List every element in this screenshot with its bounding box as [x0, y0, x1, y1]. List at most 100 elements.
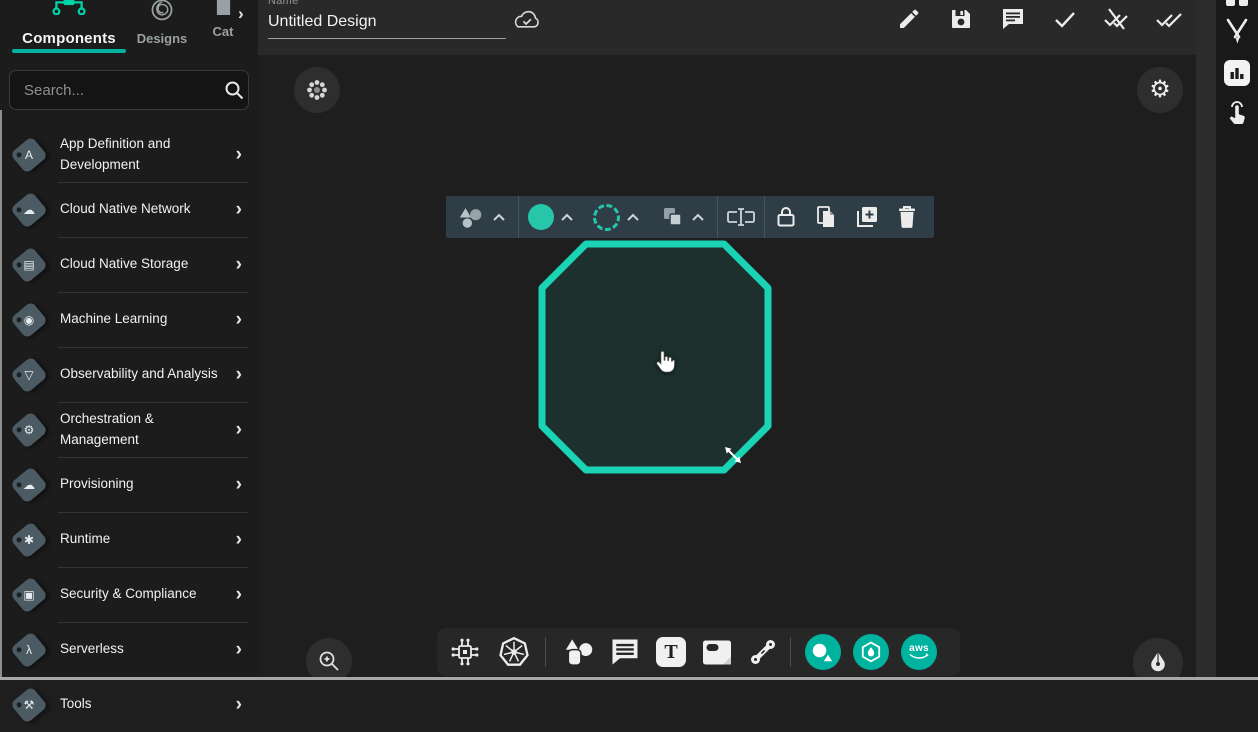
- tabs-overflow-chevron-icon[interactable]: ›: [238, 4, 244, 24]
- columns-icon[interactable]: [1226, 0, 1248, 6]
- zoom-in-icon: [317, 649, 341, 673]
- category-row[interactable]: ◉ Machine Learning ›: [0, 292, 258, 347]
- category-label: App Definition and Development: [60, 134, 232, 176]
- chevron-right-icon[interactable]: ›: [236, 255, 242, 274]
- check-icon[interactable]: [1051, 5, 1079, 33]
- chevron-right-icon[interactable]: ›: [236, 695, 242, 714]
- text-tool-icon[interactable]: T: [656, 637, 686, 667]
- category-label: Orchestration & Management: [60, 409, 232, 451]
- rename-node-button[interactable]: [718, 196, 764, 238]
- chevron-right-icon[interactable]: ›: [236, 530, 242, 549]
- category-row[interactable]: A App Definition and Development ›: [0, 127, 258, 182]
- touch-interaction-icon[interactable]: [1225, 98, 1249, 127]
- fill-color-swatch-icon: [528, 204, 554, 230]
- stroke-style-button[interactable]: [583, 196, 649, 238]
- chevron-right-icon[interactable]: ›: [236, 145, 242, 164]
- shapes-library-button[interactable]: [805, 634, 841, 670]
- chevron-right-icon[interactable]: ›: [236, 365, 242, 384]
- delete-node-button[interactable]: [887, 196, 927, 238]
- catalog-file-icon: [205, 0, 241, 15]
- comment-tool-icon[interactable]: [610, 637, 640, 667]
- category-label: Runtime: [60, 529, 110, 550]
- canvas-settings-button[interactable]: ⚙: [1137, 67, 1183, 113]
- chevron-right-icon[interactable]: ›: [236, 585, 242, 604]
- shape-picker-button[interactable]: [446, 196, 518, 238]
- category-tag-icon: ▣: [8, 574, 50, 616]
- category-tag-icon: λ: [8, 629, 50, 671]
- save-icon[interactable]: [947, 5, 975, 33]
- edge-tool-icon[interactable]: [748, 637, 778, 667]
- trash-icon: [897, 205, 917, 229]
- tab-catalog[interactable]: Cat: [205, 0, 241, 39]
- text-tool-letter: T: [664, 641, 677, 664]
- sidebar-tabbar: Components Designs Cat ›: [0, 0, 258, 58]
- resize-handle[interactable]: [722, 444, 744, 466]
- chevron-right-icon[interactable]: ›: [236, 420, 242, 439]
- kubernetes-icon[interactable]: [497, 635, 531, 669]
- chevron-up-icon: [691, 213, 705, 222]
- layers-icon: [661, 205, 685, 229]
- validate-icon[interactable]: [1224, 18, 1250, 45]
- chevron-up-icon: [560, 213, 574, 222]
- search-input[interactable]: [10, 82, 223, 99]
- tab-designs[interactable]: Designs: [132, 0, 192, 46]
- tab-components[interactable]: Components: [8, 0, 130, 47]
- category-tag-icon: ✱: [8, 519, 50, 561]
- category-row[interactable]: ▤ Cloud Native Storage ›: [0, 237, 258, 292]
- edit-icon[interactable]: [895, 5, 923, 33]
- active-tab-underline: [12, 49, 126, 53]
- category-row[interactable]: ▽ Observability and Analysis ›: [0, 347, 258, 402]
- comment-icon[interactable]: [999, 5, 1027, 33]
- hand-cursor: [654, 348, 676, 374]
- components-sidebar: Components Designs Cat ›: [0, 0, 258, 680]
- category-tag-icon: ☁: [8, 464, 50, 506]
- shapes-tool-icon[interactable]: [560, 637, 596, 668]
- category-row[interactable]: ⚒ Tools ›: [0, 677, 258, 732]
- window-edge: [0, 110, 2, 680]
- node-context-toolbar: [446, 196, 934, 238]
- copy-icon: [815, 205, 839, 229]
- aws-library-button[interactable]: aws: [901, 634, 937, 670]
- lock-node-button[interactable]: [765, 196, 807, 238]
- copy-node-button[interactable]: [807, 196, 847, 238]
- zoom-in-button[interactable]: [306, 638, 352, 680]
- duplicate-node-button[interactable]: [847, 196, 887, 238]
- right-rail: [1216, 0, 1258, 680]
- design-name-input[interactable]: [268, 10, 506, 39]
- smart-connect-icon[interactable]: [449, 636, 481, 668]
- search-icon[interactable]: [223, 79, 245, 101]
- dock-divider: [790, 637, 791, 667]
- freeze-layout-button[interactable]: [294, 67, 340, 113]
- category-row[interactable]: ☁ Cloud Native Network ›: [0, 182, 258, 237]
- category-label: Observability and Analysis: [60, 364, 218, 385]
- bar-chart-icon: [1228, 64, 1246, 82]
- dashboard-chart-button[interactable]: [1224, 60, 1250, 86]
- category-row[interactable]: ✱ Runtime ›: [0, 512, 258, 567]
- hexagon-library-button[interactable]: [853, 634, 889, 670]
- design-canvas[interactable]: ⚙: [258, 55, 1196, 680]
- pen-tool-button[interactable]: [1133, 638, 1183, 680]
- chevron-right-icon[interactable]: ›: [236, 475, 242, 494]
- note-tool-icon[interactable]: [702, 638, 732, 667]
- arrange-layers-button[interactable]: [649, 196, 717, 238]
- category-label: Provisioning: [60, 474, 134, 495]
- category-tag-icon: ⚙: [8, 409, 50, 451]
- snowflake-icon: [306, 79, 328, 101]
- design-header: Name: [258, 0, 1196, 55]
- component-category-list: A App Definition and Development › ☁ Clo…: [0, 127, 258, 732]
- canvas-scrollbar[interactable]: [1196, 0, 1216, 680]
- cloud-saved-icon: [512, 8, 542, 32]
- check-all-icon[interactable]: [1155, 5, 1183, 33]
- chevron-right-icon[interactable]: ›: [236, 310, 242, 329]
- category-row[interactable]: ▣ Security & Compliance ›: [0, 567, 258, 622]
- category-row[interactable]: λ Serverless ›: [0, 622, 258, 677]
- chevron-right-icon[interactable]: ›: [236, 200, 242, 219]
- category-row[interactable]: ☁ Provisioning ›: [0, 457, 258, 512]
- category-label: Security & Compliance: [60, 584, 197, 605]
- chevron-right-icon[interactable]: ›: [236, 640, 242, 659]
- category-row[interactable]: ⚙ Orchestration & Management ›: [0, 402, 258, 457]
- header-actions: [895, 5, 1183, 33]
- fill-color-button[interactable]: [519, 196, 583, 238]
- dismiss-checks-icon[interactable]: [1103, 5, 1131, 33]
- category-tag-icon: A: [8, 134, 50, 176]
